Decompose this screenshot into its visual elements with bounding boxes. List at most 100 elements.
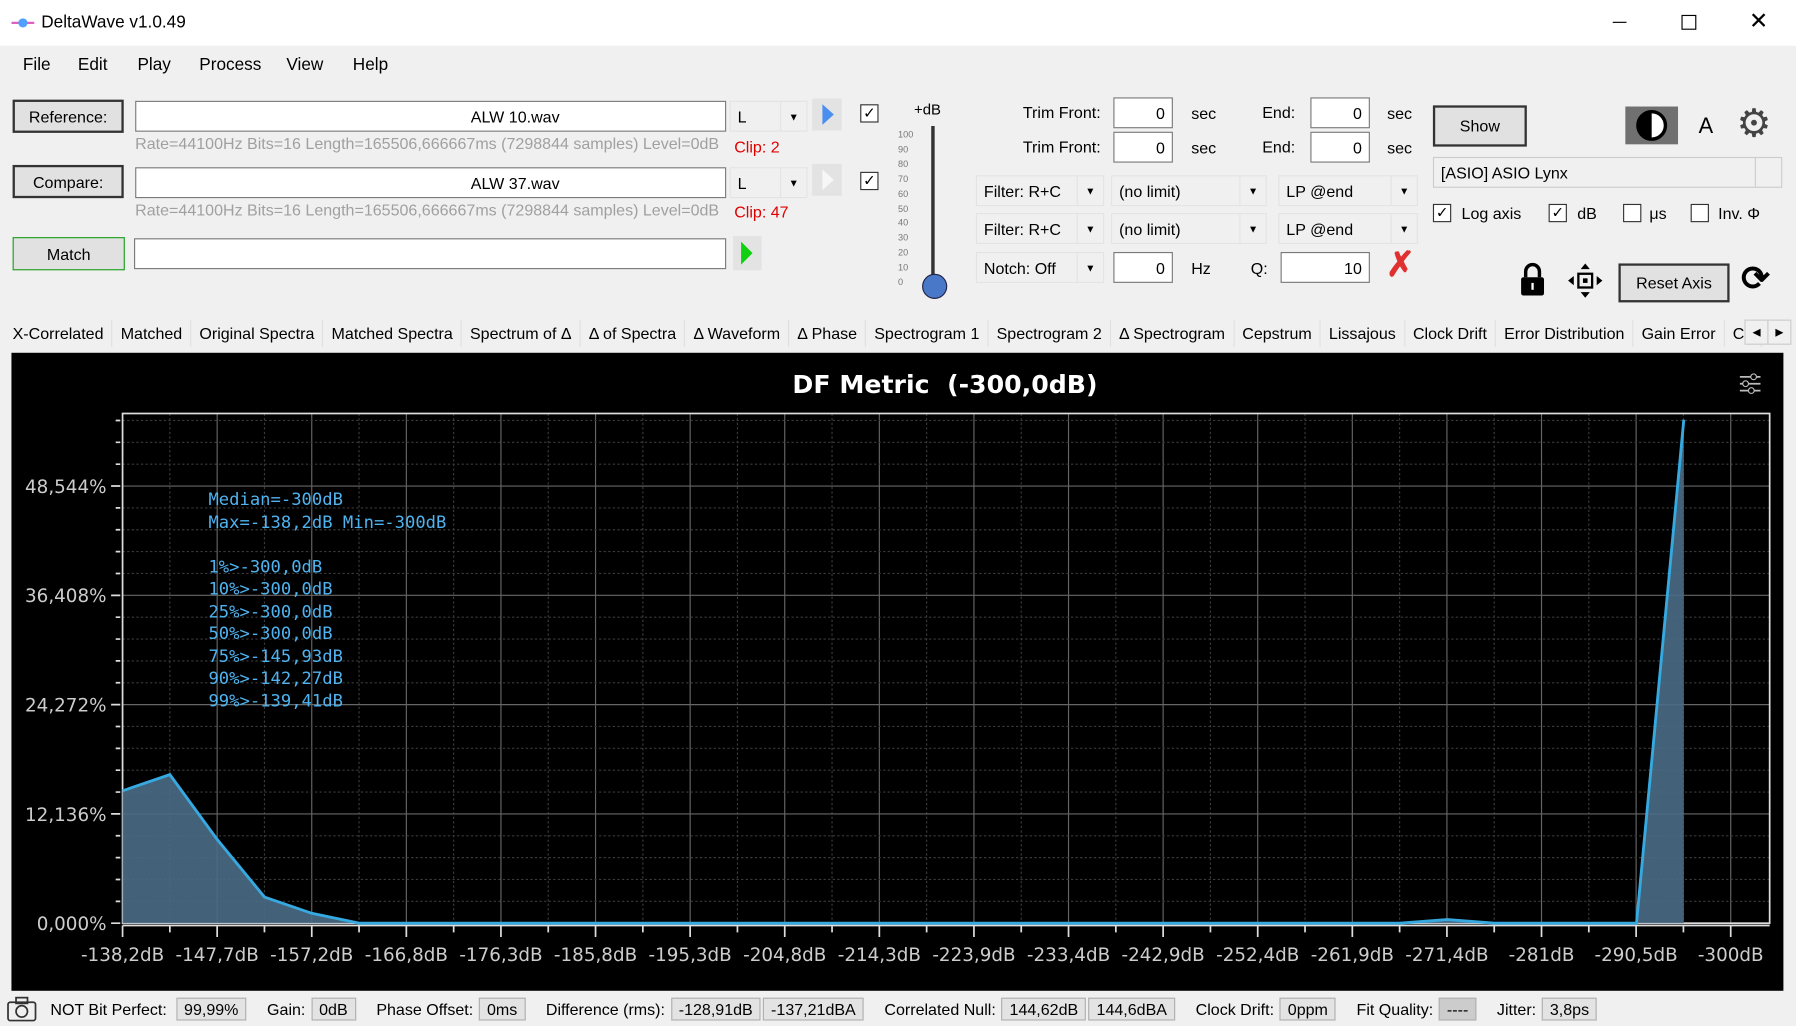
compare-file-input[interactable]: ALW 37.wav [135, 167, 727, 199]
tab-8[interactable]: Spectrogram 1 [866, 319, 989, 348]
limit-dropdown-2[interactable]: (no limit) ▼ [1111, 213, 1267, 244]
filter-dropdown-1[interactable]: Filter: R+C ▼ [975, 175, 1105, 207]
trim-unit: sec [1191, 138, 1217, 157]
trim-end-input-2[interactable]: 0 [1310, 131, 1370, 163]
filter-value: Filter: R+C [983, 181, 1061, 200]
difference-dba-value: -137,21dBA [763, 997, 864, 1021]
tab-13[interactable]: Clock Drift [1405, 319, 1497, 348]
trim-unit: sec [1387, 138, 1413, 157]
compare-clip: Clip: 47 [734, 202, 789, 222]
chevron-down-icon: ▼ [1076, 253, 1103, 282]
tab-6[interactable]: Δ Waveform [685, 319, 790, 348]
tab-14[interactable]: Error Distribution [1496, 319, 1634, 348]
tab-11[interactable]: Cepstrum [1234, 319, 1321, 348]
play-compare-button[interactable] [812, 163, 842, 196]
menu-play[interactable]: Play [137, 55, 170, 74]
reference-channel-dropdown[interactable]: L ▼ [729, 100, 808, 132]
x-tick-label: -138,2dB [81, 945, 164, 966]
show-button[interactable]: Show [1432, 105, 1527, 147]
menu-help[interactable]: Help [353, 55, 388, 74]
status-bar: NOT Bit Perfect: 99,99% Gain: 0dB Phase Of… [0, 992, 1796, 1026]
filter-dropdown-2[interactable]: Filter: R+C ▼ [975, 213, 1105, 244]
compare-button[interactable]: Compare: [12, 164, 124, 199]
chevron-down-icon: ▼ [1390, 214, 1417, 243]
x-tick-label: -281dB [1509, 945, 1575, 966]
y-tick-label: 0,000% [37, 914, 107, 935]
slider-tick-label: 70 [898, 173, 909, 185]
x-tick-label: -166,8dB [365, 945, 448, 966]
minimize-button[interactable] [1612, 21, 1627, 23]
tab-7[interactable]: Δ Phase [789, 319, 867, 348]
correlated-null-dba-value: 144,6dBA [1088, 997, 1176, 1021]
chevron-down-icon: ▼ [1076, 214, 1103, 243]
db-checkbox[interactable]: ✓ [1548, 203, 1567, 223]
tab-12[interactable]: Lissajous [1321, 319, 1405, 348]
fit-quality-value: ---- [1438, 997, 1477, 1021]
x-tick-label: -233,4dB [1027, 945, 1110, 966]
pan-move-icon[interactable] [1567, 262, 1604, 299]
x-tick-label: -252,4dB [1216, 945, 1299, 966]
menu-view[interactable]: View [286, 55, 323, 74]
slider-knob[interactable] [922, 273, 948, 299]
series-line [122, 419, 1686, 925]
reference-checkbox[interactable]: ✓ [860, 104, 879, 123]
menu-edit[interactable]: Edit [78, 55, 108, 74]
camera-icon[interactable] [7, 996, 37, 1022]
tab-10[interactable]: Δ Spectrogram [1111, 319, 1235, 348]
x-tick-label: -271,4dB [1405, 945, 1488, 966]
match-button[interactable]: Match [12, 237, 125, 271]
tab-0[interactable]: X-Correlated [5, 319, 113, 348]
refresh-icon[interactable]: ⟳ [1741, 259, 1770, 299]
compare-channel-dropdown[interactable]: L ▼ [729, 167, 808, 199]
match-run-button[interactable] [733, 235, 762, 271]
trim-front-input-1[interactable]: 0 [1113, 97, 1173, 129]
tab-5[interactable]: Δ of Spectra [581, 319, 686, 348]
notch-freq-input[interactable]: 0 [1113, 251, 1173, 283]
phase-offset-value: 0ms [478, 997, 526, 1021]
lock-icon[interactable] [1519, 262, 1546, 296]
chevron-down-icon: ▼ [780, 101, 806, 131]
menu-process[interactable]: Process [199, 55, 261, 74]
reference-button[interactable]: Reference: [12, 99, 124, 133]
trim-front-input-2[interactable]: 0 [1113, 131, 1173, 163]
font-button[interactable]: A [1699, 115, 1714, 140]
invert-phase-checkbox[interactable] [1690, 203, 1709, 223]
slider-tick-label: 90 [898, 144, 909, 155]
clear-x-icon[interactable]: ✗ [1386, 245, 1415, 285]
tab-scroll-left[interactable]: ◀ [1744, 319, 1769, 345]
us-checkbox[interactable] [1623, 203, 1642, 223]
correlated-null-label: Correlated Null: [884, 999, 996, 1019]
x-tick-label: -214,3dB [838, 945, 921, 966]
trim-front-label: Trim Front: [1022, 103, 1101, 122]
x-tick-label: -185,8dB [554, 945, 637, 966]
match-input[interactable] [134, 238, 727, 270]
device-dropdown[interactable]: [ASIO] ASIO Lynx [1432, 156, 1783, 188]
notch-dropdown[interactable]: Notch: Off ▼ [975, 251, 1105, 283]
tab-1[interactable]: Matched [113, 319, 192, 348]
tab-15[interactable]: Gain Error [1634, 319, 1725, 348]
log-axis-checkbox[interactable]: ✓ [1432, 203, 1452, 223]
gear-icon[interactable]: ⚙ [1736, 101, 1771, 147]
menu-file[interactable]: File [23, 55, 51, 74]
close-button[interactable]: ✕ [1749, 7, 1768, 36]
reset-axis-button[interactable]: Reset Axis [1618, 263, 1730, 303]
lp-dropdown-2[interactable]: LP @end ▼ [1278, 213, 1419, 244]
trim-unit: sec [1387, 104, 1413, 123]
tab-3[interactable]: Matched Spectra [324, 319, 462, 348]
tab-scroll-right[interactable]: ▶ [1767, 319, 1792, 345]
lp-dropdown-1[interactable]: LP @end ▼ [1278, 175, 1419, 207]
trim-end-input-1[interactable]: 0 [1310, 97, 1370, 129]
limit-dropdown-1[interactable]: (no limit) ▼ [1111, 175, 1267, 207]
clock-drift-value: 0ppm [1279, 997, 1336, 1021]
maximize-button[interactable] [1681, 14, 1697, 30]
contrast-button[interactable] [1625, 106, 1679, 145]
chart-annotation: 10%>-300,0dB [208, 578, 333, 600]
q-input[interactable]: 10 [1280, 251, 1370, 283]
tab-2[interactable]: Original Spectra [191, 319, 324, 348]
compare-checkbox[interactable]: ✓ [860, 171, 879, 191]
reference-file-input[interactable]: ALW 10.wav [135, 100, 727, 132]
play-reference-button[interactable] [812, 98, 842, 131]
chart-panel: DF Metric (-300,0dB) -138,2dB -147,7dB -15… [11, 352, 1784, 991]
tab-9[interactable]: Spectrogram 2 [989, 319, 1111, 348]
tab-4[interactable]: Spectrum of Δ [462, 319, 581, 348]
